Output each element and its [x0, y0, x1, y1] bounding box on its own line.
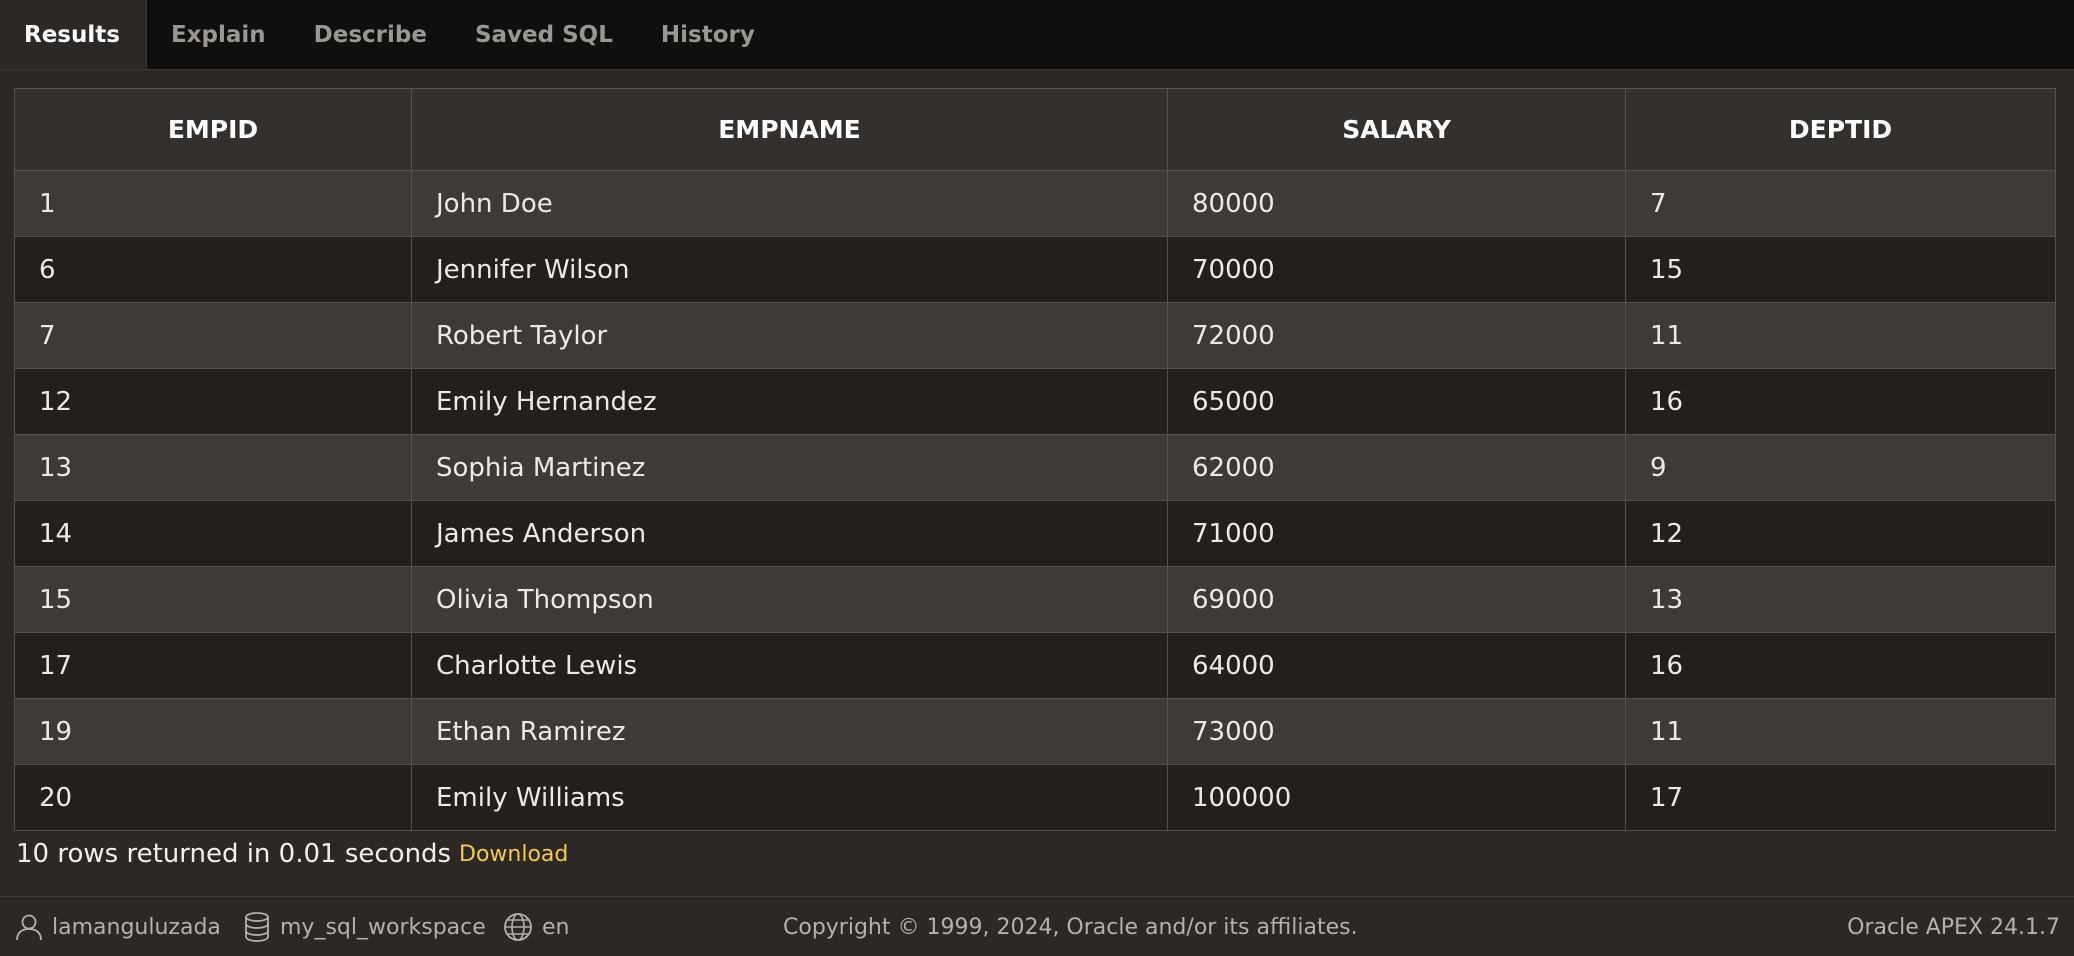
cell-salary: 64000	[1167, 632, 1626, 699]
footer-language[interactable]: en	[502, 911, 569, 943]
cell-empid: 17	[14, 632, 412, 699]
cell-deptid: 13	[1625, 566, 2056, 633]
cell-salary: 80000	[1167, 170, 1626, 237]
column-header-empname[interactable]: EMPNAME	[411, 88, 1168, 171]
cell-empid: 20	[14, 764, 412, 831]
globe-icon	[504, 913, 532, 941]
cell-salary: 72000	[1167, 302, 1626, 369]
cell-empname: John Doe	[411, 170, 1168, 237]
footer-workspace-name: my_sql_workspace	[280, 914, 486, 940]
cell-empid: 7	[14, 302, 412, 369]
footer-workspace[interactable]: my_sql_workspace	[242, 911, 486, 943]
cell-deptid: 12	[1625, 500, 2056, 567]
footer: lamanguluzada my_sql_workspace en Copyri…	[0, 896, 2074, 956]
cell-empname: Emily Williams	[411, 764, 1168, 831]
results-table: EMPID EMPNAME SALARY DEPTID 1 John Doe 8…	[14, 88, 2056, 831]
footer-language-code: en	[542, 914, 570, 940]
cell-empid: 15	[14, 566, 412, 633]
column-header-empid[interactable]: EMPID	[14, 88, 412, 171]
database-icon	[245, 912, 269, 942]
tab-explain[interactable]: Explain	[147, 0, 290, 69]
rows-returned-summary: 10 rows returned in 0.01 seconds	[16, 839, 452, 869]
cell-deptid: 17	[1625, 764, 2056, 831]
table-row: 15 Olivia Thompson 69000 13	[14, 566, 2056, 633]
cell-salary: 71000	[1167, 500, 1626, 567]
footer-username: lamanguluzada	[52, 914, 221, 940]
table-row: 1 John Doe 80000 7	[14, 170, 2056, 237]
cell-salary: 73000	[1167, 698, 1626, 765]
cell-salary: 65000	[1167, 368, 1626, 435]
tab-history[interactable]: History	[637, 0, 779, 69]
cell-empid: 12	[14, 368, 412, 435]
table-row: 7 Robert Taylor 72000 11	[14, 302, 2056, 369]
footer-copyright: Copyright © 1999, 2024, Oracle and/or it…	[783, 914, 1358, 940]
cell-empname: Ethan Ramirez	[411, 698, 1168, 765]
cell-deptid: 7	[1625, 170, 2056, 237]
cell-deptid: 11	[1625, 302, 2056, 369]
table-row: 14 James Anderson 71000 12	[14, 500, 2056, 567]
tab-describe[interactable]: Describe	[290, 0, 451, 69]
column-header-deptid[interactable]: DEPTID	[1625, 88, 2056, 171]
column-header-salary[interactable]: SALARY	[1167, 88, 1626, 171]
cell-empid: 6	[14, 236, 412, 303]
table-row: 6 Jennifer Wilson 70000 15	[14, 236, 2056, 303]
cell-deptid: 11	[1625, 698, 2056, 765]
cell-deptid: 16	[1625, 368, 2056, 435]
cell-empname: Olivia Thompson	[411, 566, 1168, 633]
cell-salary: 70000	[1167, 236, 1626, 303]
cell-deptid: 16	[1625, 632, 2056, 699]
download-link[interactable]: Download	[459, 838, 568, 870]
header-row: EMPID EMPNAME SALARY DEPTID	[14, 88, 2056, 171]
cell-empname: Robert Taylor	[411, 302, 1168, 369]
footer-version: Oracle APEX 24.1.7	[1847, 914, 2060, 940]
cell-empname: Charlotte Lewis	[411, 632, 1168, 699]
tab-results[interactable]: Results	[0, 0, 147, 69]
cell-empid: 19	[14, 698, 412, 765]
cell-empname: Sophia Martinez	[411, 434, 1168, 501]
cell-salary: 62000	[1167, 434, 1626, 501]
cell-deptid: 9	[1625, 434, 2056, 501]
footer-user[interactable]: lamanguluzada	[14, 911, 221, 943]
table-row: 20 Emily Williams 100000 17	[14, 764, 2056, 831]
cell-salary: 100000	[1167, 764, 1626, 831]
results-table-container: EMPID EMPNAME SALARY DEPTID 1 John Doe 8…	[14, 88, 2056, 831]
cell-empname: Jennifer Wilson	[411, 236, 1168, 303]
table-row: 13 Sophia Martinez 62000 9	[14, 434, 2056, 501]
cell-empid: 14	[14, 500, 412, 567]
table-row: 19 Ethan Ramirez 73000 11	[14, 698, 2056, 765]
tab-bar: Results Explain Describe Saved SQL Histo…	[0, 0, 2074, 70]
user-icon	[16, 914, 42, 941]
table-row: 12 Emily Hernandez 65000 16	[14, 368, 2056, 435]
table-row: 17 Charlotte Lewis 64000 16	[14, 632, 2056, 699]
cell-empid: 13	[14, 434, 412, 501]
cell-deptid: 15	[1625, 236, 2056, 303]
cell-empname: James Anderson	[411, 500, 1168, 567]
tab-saved-sql[interactable]: Saved SQL	[451, 0, 637, 69]
cell-empid: 1	[14, 170, 412, 237]
cell-empname: Emily Hernandez	[411, 368, 1168, 435]
cell-salary: 69000	[1167, 566, 1626, 633]
